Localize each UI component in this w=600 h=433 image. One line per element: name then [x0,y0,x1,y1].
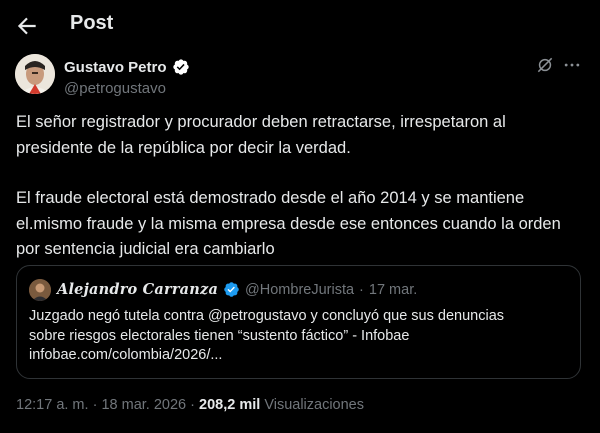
tweet-paragraph-2: El fraude electoral está demostrado desd… [16,189,561,258]
arrow-left-icon[interactable] [14,13,40,39]
quote-text: Juzgado negó tutela contra @petrogustavo… [29,307,569,366]
grok-icon[interactable] [535,55,555,75]
tweet-time[interactable]: 12:17 a. m. [16,397,89,413]
quote-author-name[interactable]: Alejandro Carranza [57,281,218,298]
more-dots-icon[interactable] [562,55,582,75]
views-count: 208,2 mil [199,397,261,413]
quote-author-handle[interactable]: @HombreJurista [245,282,354,298]
quote-link[interactable]: infobae.com/colombia/2026/... [29,346,569,366]
top-bar: Post [0,0,600,52]
quote-text-line: Juzgado negó tutela contra @petrogustavo… [29,308,505,324]
meta-separator: · [92,397,98,413]
avatar[interactable] [15,54,55,94]
quote-separator: · [359,281,364,298]
verified-badge-icon [224,282,239,297]
tweet-date[interactable]: 18 mar. 2026 [101,397,186,413]
page-title: Post [70,12,114,34]
quote-text-line: sobre riesgos electorales tienen “susten… [29,327,410,344]
quote-avatar[interactable] [29,279,51,301]
quoted-tweet-card[interactable]: Alejandro Carranza @HombreJurista · 17 m… [16,265,581,379]
author-handle[interactable]: @petrogustavo [64,80,190,97]
views-label: Visualizaciones [264,397,364,413]
quote-date[interactable]: 17 mar. [369,282,417,298]
verified-badge-icon [172,59,189,75]
tweet-meta: 12:17 a. m. · 18 mar. 2026 · 208,2 mil V… [16,397,364,413]
meta-separator: · [190,397,195,413]
author-name[interactable]: Gustavo Petro [64,59,167,76]
tweet-text: El señor registrador y procurador deben … [16,110,586,263]
author-block: Gustavo Petro @petrogustavo [64,58,190,97]
tweet-paragraph-1: El señor registrador y procurador deben … [16,113,506,157]
